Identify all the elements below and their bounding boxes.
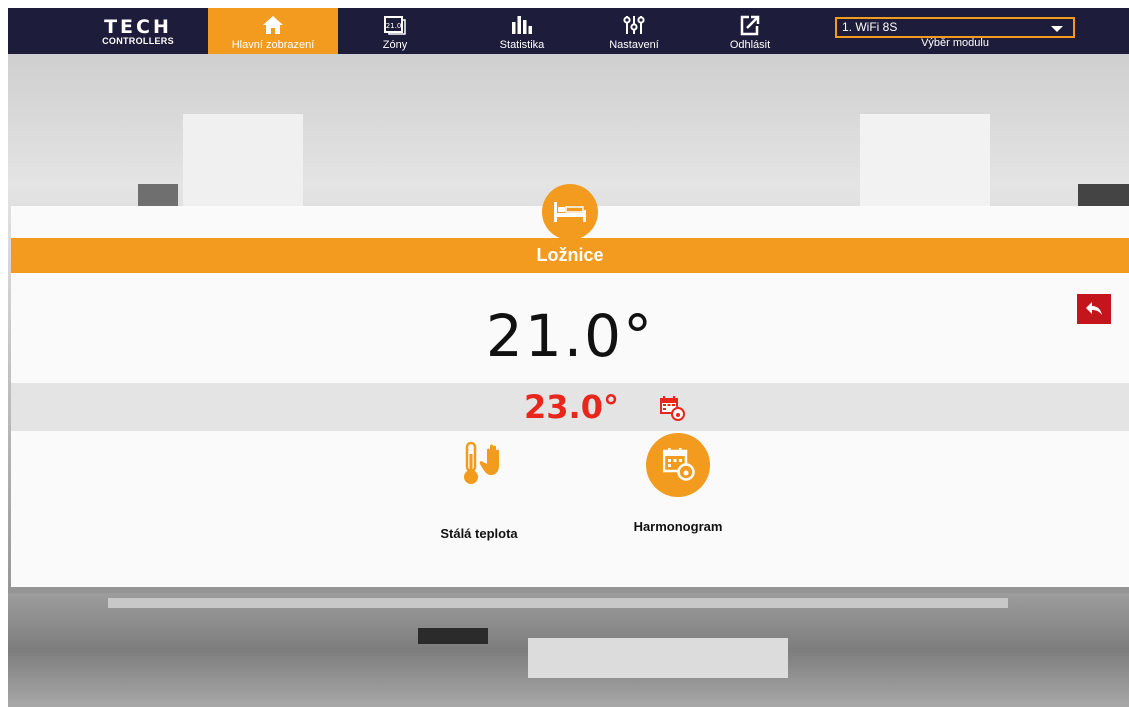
schedule-calendar-icon (660, 396, 685, 421)
logo-subtitle: CONTROLLERS (102, 36, 174, 46)
mode-schedule[interactable]: Harmonogram (608, 433, 748, 543)
nav-home-label: Hlavní zobrazení (231, 39, 315, 51)
app-frame: TECH CONTROLLERS Hlavní zobrazení 21.0 Z… (8, 8, 1129, 707)
zone-icon-badge (542, 184, 598, 240)
module-select[interactable]: 1. WiFi 8S (835, 17, 1075, 38)
mode-constant-label: Stálá teplota (440, 526, 518, 541)
nav-zones-label: Zóny (382, 39, 408, 51)
home-icon (263, 16, 283, 34)
zones-icon: 21.0 (384, 16, 406, 35)
thermometer-hand-icon (464, 441, 499, 484)
nav-statistics-label: Statistika (499, 39, 545, 51)
current-temperature: 21.0° (485, 302, 655, 370)
chevron-down-icon (1051, 26, 1063, 32)
schedule-calendar-icon (663, 448, 695, 481)
nav-statistics[interactable]: Statistika (482, 8, 562, 54)
nav-home[interactable]: Hlavní zobrazení (208, 8, 338, 54)
mode-constant-temperature[interactable]: Stálá teplota (419, 440, 539, 550)
set-temperature-row: 23.0° (11, 383, 1129, 431)
logout-icon (740, 15, 760, 36)
top-navigation: TECH CONTROLLERS Hlavní zobrazení 21.0 Z… (8, 8, 1129, 54)
nav-settings-label: Nastavení (609, 39, 659, 51)
nav-settings[interactable]: Nastavení (596, 8, 672, 54)
module-select-value: 1. WiFi 8S (842, 20, 898, 34)
nav-logout-label: Odhlásit (729, 39, 771, 51)
schedule-badge (646, 433, 710, 497)
zone-card: Ložnice 21.0° 23.0° Stálá teplota Harmon… (11, 184, 1129, 587)
zone-header: Ložnice (11, 238, 1129, 273)
zone-name: Ložnice (536, 245, 604, 265)
nav-logout[interactable]: Odhlásit (715, 8, 785, 54)
nav-zones[interactable]: 21.0 Zóny (363, 8, 427, 54)
settings-sliders-icon (623, 16, 645, 34)
statistics-icon (512, 16, 532, 34)
tech-logo[interactable]: TECH CONTROLLERS (84, 16, 192, 47)
set-temperature: 23.0° (524, 388, 619, 426)
bed-icon (554, 202, 586, 222)
logo-name: TECH (104, 16, 172, 38)
module-select-label: Výběr modulu (921, 37, 989, 49)
svg-text:21.0: 21.0 (386, 22, 402, 30)
mode-schedule-label: Harmonogram (633, 519, 723, 534)
